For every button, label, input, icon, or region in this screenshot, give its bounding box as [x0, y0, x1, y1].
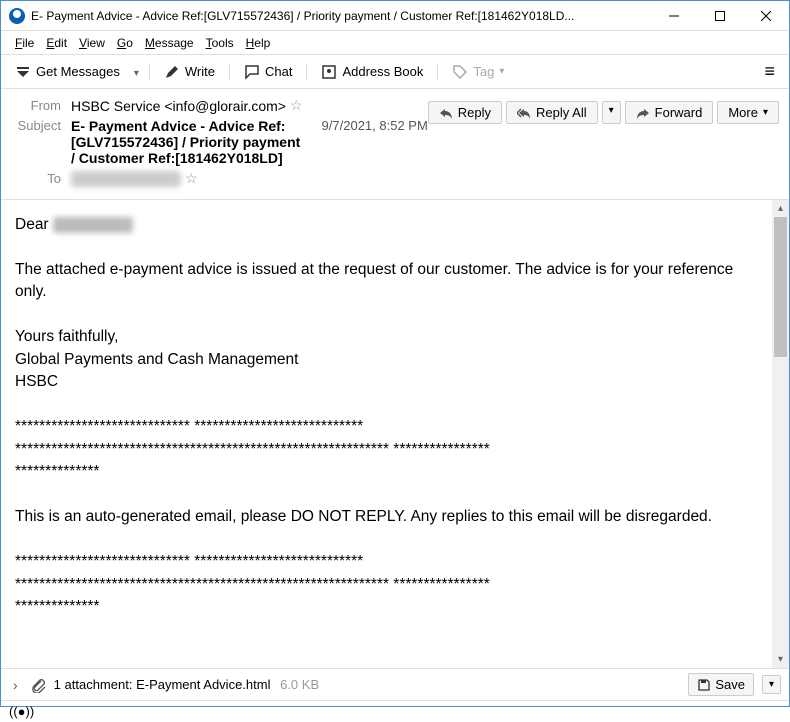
paperclip-icon — [30, 677, 46, 693]
attachment-bar: › 1 attachment: E-Payment Advice.html 6.… — [1, 668, 789, 700]
to-value-redacted — [71, 171, 181, 187]
tag-button[interactable]: Tag ▾ — [444, 60, 512, 84]
save-attachment-button[interactable]: Save — [688, 673, 754, 696]
to-label: To — [11, 171, 61, 186]
pencil-icon — [164, 64, 180, 80]
chat-icon — [244, 64, 260, 80]
window-controls — [651, 1, 789, 31]
app-menu-button[interactable]: ≡ — [756, 57, 783, 86]
forward-icon — [636, 106, 650, 120]
get-messages-button[interactable]: Get Messages — [7, 60, 128, 84]
chat-button[interactable]: Chat — [236, 60, 300, 84]
vertical-scrollbar[interactable]: ▴ ▾ — [772, 200, 789, 668]
write-button[interactable]: Write — [156, 60, 223, 84]
more-button[interactable]: More ▾ — [717, 101, 779, 124]
get-messages-dropdown[interactable] — [130, 59, 143, 85]
reply-icon — [439, 106, 453, 120]
minimize-button[interactable] — [651, 1, 697, 31]
subject-label: Subject — [11, 118, 61, 133]
maximize-button[interactable] — [697, 1, 743, 31]
chat-label: Chat — [265, 64, 292, 79]
address-book-button[interactable]: Address Book — [313, 60, 431, 84]
window-title: E- Payment Advice - Advice Ref:[GLV71557… — [31, 9, 651, 23]
menu-bar: File Edit View Go Message Tools Help — [1, 31, 789, 55]
tag-label: Tag — [473, 64, 494, 79]
message-header: Reply Reply All ▾ Forward More ▾ From HS… — [1, 89, 789, 200]
scroll-down-icon[interactable]: ▾ — [772, 651, 789, 668]
menu-go[interactable]: Go — [111, 34, 139, 52]
reply-all-icon — [517, 106, 531, 120]
menu-tools[interactable]: Tools — [200, 34, 240, 52]
main-toolbar: Get Messages Write Chat Address Book Tag… — [1, 55, 789, 89]
close-button[interactable] — [743, 1, 789, 31]
subject-value: E- Payment Advice - Advice Ref:[GLV71557… — [71, 118, 322, 166]
date-value: 9/7/2021, 8:52 PM — [322, 118, 428, 133]
reply-all-button[interactable]: Reply All — [506, 101, 598, 124]
scroll-thumb[interactable] — [774, 217, 787, 357]
download-icon — [15, 64, 31, 80]
scroll-track[interactable] — [772, 217, 789, 651]
from-star-icon[interactable]: ☆ — [290, 97, 303, 114]
recipient-redacted — [53, 217, 133, 233]
write-label: Write — [185, 64, 215, 79]
reply-all-dropdown[interactable]: ▾ — [602, 101, 621, 124]
menu-message[interactable]: Message — [139, 34, 200, 52]
to-star-icon[interactable]: ☆ — [185, 170, 198, 187]
message-body: Dear The attached e-payment advice is is… — [1, 200, 772, 668]
scroll-up-icon[interactable]: ▴ — [772, 200, 789, 217]
from-value: HSBC Service <info@glorair.com> — [71, 98, 286, 114]
address-book-label: Address Book — [342, 64, 423, 79]
menu-edit[interactable]: Edit — [40, 34, 73, 52]
app-icon — [9, 8, 25, 24]
menu-view[interactable]: View — [73, 34, 111, 52]
message-body-container: Dear The attached e-payment advice is is… — [1, 200, 789, 668]
attachment-info[interactable]: 1 attachment: E-Payment Advice.html 6.0 … — [54, 677, 681, 692]
reply-button[interactable]: Reply — [428, 101, 502, 124]
save-dropdown[interactable]: ▾ — [762, 675, 781, 694]
save-icon — [697, 678, 711, 692]
menu-file[interactable]: File — [9, 34, 40, 52]
from-label: From — [11, 98, 61, 113]
status-bar: ((●)) — [1, 700, 789, 722]
tag-icon — [452, 64, 468, 80]
forward-button[interactable]: Forward — [625, 101, 714, 124]
menu-help[interactable]: Help — [240, 34, 277, 52]
attachment-expand-icon[interactable]: › — [9, 677, 22, 693]
get-messages-label: Get Messages — [36, 64, 120, 79]
address-book-icon — [321, 64, 337, 80]
remote-content-icon[interactable]: ((●)) — [9, 704, 34, 719]
window-titlebar: E- Payment Advice - Advice Ref:[GLV71557… — [1, 1, 789, 31]
